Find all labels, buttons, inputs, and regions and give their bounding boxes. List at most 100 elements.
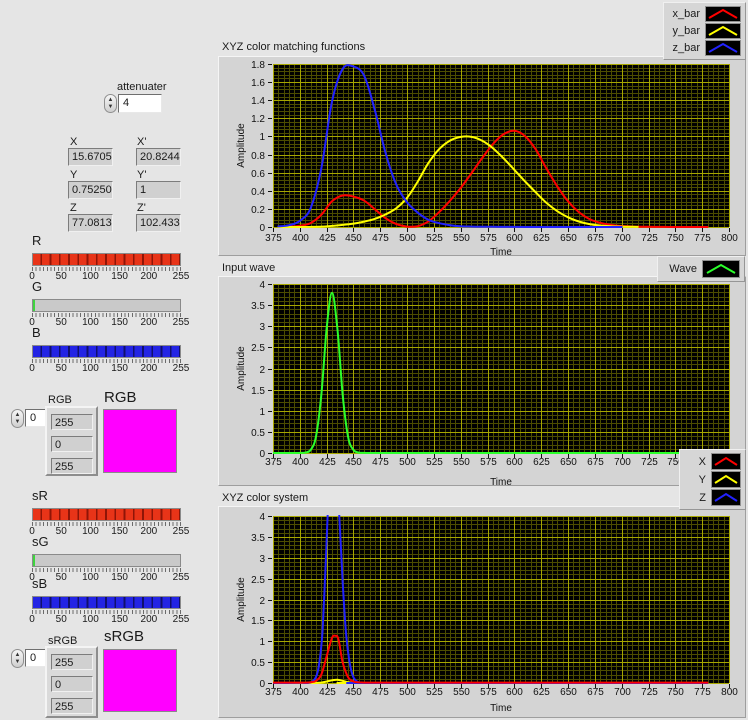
svg-text:750: 750: [667, 233, 684, 244]
srgb-index-input[interactable]: 0: [25, 649, 46, 667]
increment-arrow-icon[interactable]: ▲: [15, 412, 21, 419]
svg-text:3: 3: [259, 322, 265, 333]
attenuator-spinner[interactable]: ▲ ▼: [104, 94, 117, 113]
svg-text:0.8: 0.8: [251, 151, 265, 162]
svg-text:0.2: 0.2: [251, 205, 265, 216]
legend-label: Wave: [669, 263, 697, 275]
slider-sb[interactable]: sB 050100150200255: [32, 576, 181, 628]
slider-fill[interactable]: [33, 346, 180, 357]
svg-text:Amplitude: Amplitude: [236, 577, 247, 622]
svg-text:525: 525: [426, 457, 443, 468]
slider-track[interactable]: [32, 596, 181, 609]
slider-r[interactable]: R 050100150200255: [32, 233, 181, 285]
svg-text:1: 1: [259, 637, 265, 648]
rgb-value-b: 255: [51, 458, 93, 474]
increment-arrow-icon[interactable]: ▲: [108, 97, 114, 104]
rgb-cluster-label: RGB: [48, 394, 72, 406]
wave-graph: 00.511.522.533.5437540042545047550052555…: [218, 276, 746, 486]
svg-text:650: 650: [560, 457, 577, 468]
svg-text:1: 1: [259, 407, 265, 418]
legend-item-x[interactable]: X: [684, 453, 741, 470]
slider-scale-value: 200: [141, 614, 158, 625]
wave-plot-area: 00.511.522.533.5437540042545047550052555…: [219, 277, 745, 485]
slider-track[interactable]: [32, 508, 181, 521]
plot-line-icon: [711, 489, 741, 506]
svg-text:4: 4: [259, 512, 265, 523]
legend-item-wave[interactable]: Wave: [662, 260, 740, 278]
svg-text:600: 600: [506, 457, 523, 468]
slider-label: sB: [32, 576, 47, 591]
xyz-graph-title: XYZ color system: [222, 492, 308, 504]
slider-fill[interactable]: [33, 300, 35, 311]
srgb-index-spinner[interactable]: ▲ ▼: [11, 649, 24, 668]
svg-text:Time: Time: [490, 247, 512, 255]
readout-zp-label: Z': [137, 202, 146, 214]
svg-text:575: 575: [480, 233, 497, 244]
srgb-color-swatch: [103, 649, 177, 712]
slider-fill[interactable]: [33, 509, 180, 520]
svg-text:475: 475: [372, 687, 389, 698]
slider-scale: 050100150200255: [32, 614, 181, 626]
svg-text:425: 425: [319, 687, 336, 698]
rgb-index-input[interactable]: 0: [25, 409, 46, 427]
slider-b[interactable]: B 050100150200255: [32, 325, 181, 377]
slider-scale-value: 0: [29, 363, 35, 374]
slider-fill[interactable]: [33, 555, 35, 566]
legend-item-z[interactable]: Z: [684, 489, 741, 506]
slider-g[interactable]: G 050100150200255: [32, 279, 181, 331]
slider-track[interactable]: [32, 345, 181, 358]
slider-scale-value: 100: [82, 363, 99, 374]
rgb-value-g: 0: [51, 436, 93, 452]
decrement-arrow-icon[interactable]: ▼: [15, 419, 21, 426]
svg-text:650: 650: [560, 687, 577, 698]
decrement-arrow-icon[interactable]: ▼: [15, 659, 21, 666]
svg-text:475: 475: [372, 457, 389, 468]
svg-text:700: 700: [614, 233, 631, 244]
svg-text:400: 400: [292, 457, 309, 468]
legend-item-x-bar[interactable]: x_bar: [668, 6, 741, 22]
slider-fill[interactable]: [33, 597, 180, 608]
readout-x-label: X: [70, 136, 77, 148]
cmf-graph-title: XYZ color matching functions: [222, 41, 365, 53]
svg-text:700: 700: [614, 687, 631, 698]
slider-scale-value: 255: [173, 614, 190, 625]
slider-fill[interactable]: [33, 254, 180, 265]
svg-text:375: 375: [265, 233, 282, 244]
attenuator-label: attenuater: [117, 81, 167, 93]
cmf-plot-area: 00.20.40.60.811.21.41.61.837540042545047…: [219, 57, 745, 255]
slider-sr[interactable]: sR 050100150200255: [32, 488, 181, 540]
svg-text:1.5: 1.5: [251, 616, 265, 627]
svg-text:775: 775: [694, 233, 711, 244]
svg-text:600: 600: [506, 233, 523, 244]
svg-text:Time: Time: [490, 703, 512, 714]
svg-text:1: 1: [259, 132, 265, 143]
svg-text:650: 650: [560, 233, 577, 244]
legend-item-y[interactable]: Y: [684, 471, 741, 488]
increment-arrow-icon[interactable]: ▲: [15, 652, 21, 659]
rgb-index-spinner[interactable]: ▲ ▼: [11, 409, 24, 428]
svg-text:450: 450: [345, 687, 362, 698]
plot-line-icon: [711, 471, 741, 488]
svg-text:1.8: 1.8: [251, 60, 265, 71]
decrement-arrow-icon[interactable]: ▼: [108, 104, 114, 111]
svg-text:0.5: 0.5: [251, 658, 265, 669]
legend-label: Z: [699, 492, 706, 504]
slider-scale-value: 50: [56, 614, 67, 625]
slider-track[interactable]: [32, 253, 181, 266]
svg-text:3: 3: [259, 554, 265, 565]
legend-item-z-bar[interactable]: z_bar: [668, 40, 741, 56]
legend-item-y-bar[interactable]: y_bar: [668, 23, 741, 39]
svg-text:3.5: 3.5: [251, 533, 265, 544]
svg-text:4: 4: [259, 280, 265, 291]
srgb-value-g: 0: [51, 676, 93, 692]
svg-text:675: 675: [587, 687, 604, 698]
slider-track[interactable]: [32, 554, 181, 567]
slider-track[interactable]: [32, 299, 181, 312]
srgb-value-b: 255: [51, 698, 93, 714]
slider-scale-value: 150: [111, 614, 128, 625]
attenuator-input[interactable]: 4: [118, 94, 162, 113]
svg-text:425: 425: [319, 457, 336, 468]
readout-x-value: 15.6705: [68, 148, 113, 166]
readout-y-value: 0.752500: [68, 181, 113, 199]
svg-text:500: 500: [399, 687, 416, 698]
